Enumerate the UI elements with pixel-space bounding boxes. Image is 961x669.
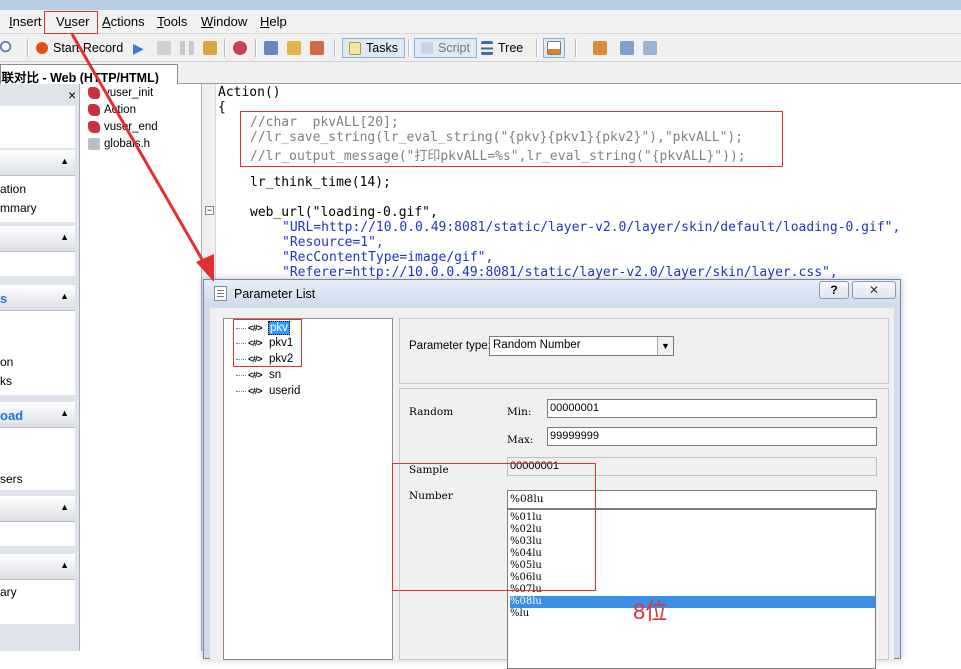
annotation-note: 8位 — [633, 599, 668, 624]
annotation-arrow — [70, 33, 214, 282]
